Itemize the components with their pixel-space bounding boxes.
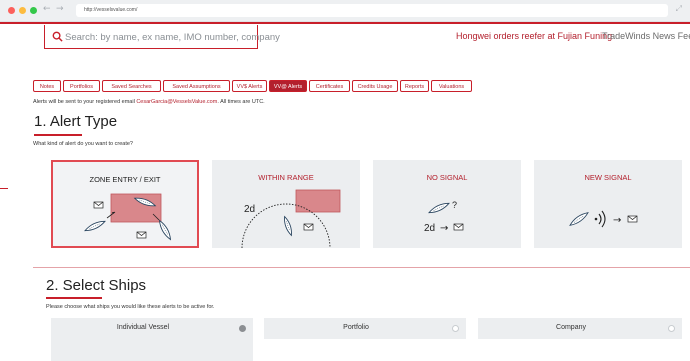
search-box[interactable]: Search: by name, ex name, IMO number, co… (44, 25, 280, 49)
registered-email: CesarGarcia@VesselsValue.com (136, 99, 218, 105)
tab-valuations[interactable]: Valuations (431, 80, 472, 92)
ship-icon (84, 220, 106, 232)
alerts-email-note: Alerts will be sent to your registered e… (33, 99, 265, 105)
forward-arrow-icon[interactable]: → (56, 4, 64, 14)
tab-saved-assumptions[interactable]: Saved Assumptions (163, 80, 230, 92)
alert-card-new-signal[interactable]: NEW SIGNAL → (534, 160, 682, 248)
side-marker (0, 188, 8, 189)
new-signal-illustration: → (569, 210, 638, 228)
duration-label: 2d (424, 223, 435, 234)
tab-certificates[interactable]: Certificates (309, 80, 350, 92)
radio-icon[interactable] (668, 325, 675, 332)
note-prefix: Alerts will be sent to your registered e… (33, 99, 137, 105)
envelope-icon (453, 223, 464, 231)
no-signal-illustration: ? 2d → (424, 200, 464, 234)
question-mark: ? (452, 200, 457, 210)
alert-card-no-signal[interactable]: NO SIGNAL ? 2d → (373, 160, 521, 248)
tab-portfolios[interactable]: Portfolios (63, 80, 100, 92)
range-label: 2d (244, 204, 255, 215)
individual-vessel-panel (51, 339, 253, 361)
alert-type-heading: 1. Alert Type (34, 113, 118, 130)
zone-area (295, 189, 341, 213)
ship-icon (284, 215, 292, 237)
option-label: Company (556, 324, 586, 331)
select-ships-prompt: Please choose what ships you would like … (46, 304, 215, 310)
search-icon (52, 31, 63, 42)
signal-waves-icon (594, 210, 606, 228)
select-ships-heading: 2. Select Ships (46, 277, 147, 294)
address-bar[interactable]: http://vesselsvalue.com/ (76, 4, 668, 17)
heading-underline (34, 134, 82, 136)
section-divider (33, 267, 690, 268)
ship-option-portfolio[interactable]: Portfolio (264, 318, 466, 339)
alert-type-prompt: What kind of alert do you want to create… (33, 141, 133, 147)
alert-card-within-range[interactable]: WITHIN RANGE 2d (212, 160, 360, 248)
zone-entry-illustration (84, 193, 172, 241)
envelope-icon (93, 201, 104, 209)
alert-card-zone-entry-exit[interactable]: ZONE ENTRY / EXIT (51, 160, 199, 248)
ship-option-company[interactable]: Company (478, 318, 682, 339)
tab-notes[interactable]: Notes (33, 80, 61, 92)
back-arrow-icon[interactable]: ← (43, 4, 51, 14)
ship-icon (569, 212, 589, 226)
envelope-icon (627, 215, 638, 223)
tab-credits-usage[interactable]: Credits Usage (352, 80, 398, 92)
ship-icon (428, 202, 450, 214)
browser-toolbar: ← → http://vesselsvalue.com/ ⤢ (0, 0, 690, 22)
envelope-icon (136, 231, 147, 239)
maximize-window-dot[interactable] (30, 7, 37, 14)
within-range-illustration: 2d (241, 189, 341, 248)
news-headline-link[interactable]: Hongwei orders reefer at Fujian Funing (456, 31, 612, 41)
ship-option-individual-vessel[interactable]: Individual Vessel (51, 318, 253, 339)
heading-underline (46, 297, 102, 299)
header-accent-bar (0, 22, 690, 24)
tab-saved-searches[interactable]: Saved Searches (102, 80, 161, 92)
tab-vv-dollar-alerts[interactable]: VV$ Alerts (232, 80, 267, 92)
option-label: Portfolio (343, 324, 369, 331)
search-placeholder[interactable]: Search: by name, ex name, IMO number, co… (65, 32, 280, 43)
news-source-label[interactable]: TradeWinds News Feed (602, 31, 690, 41)
close-window-dot[interactable] (8, 7, 15, 14)
tab-reports[interactable]: Reports (400, 80, 429, 92)
radio-selected-icon[interactable] (239, 325, 246, 332)
radio-icon[interactable] (452, 325, 459, 332)
minimize-window-dot[interactable] (19, 7, 26, 14)
arrow-icon: → (613, 215, 621, 226)
fullscreen-icon[interactable]: ⤢ (676, 4, 682, 14)
option-label: Individual Vessel (116, 324, 170, 331)
ship-icon (158, 219, 172, 241)
arrow-icon: → (440, 223, 448, 234)
tab-vv-at-alerts[interactable]: VV@ Alerts (269, 80, 307, 92)
note-suffix: . All times are UTC. (217, 99, 265, 105)
envelope-icon (303, 223, 314, 231)
